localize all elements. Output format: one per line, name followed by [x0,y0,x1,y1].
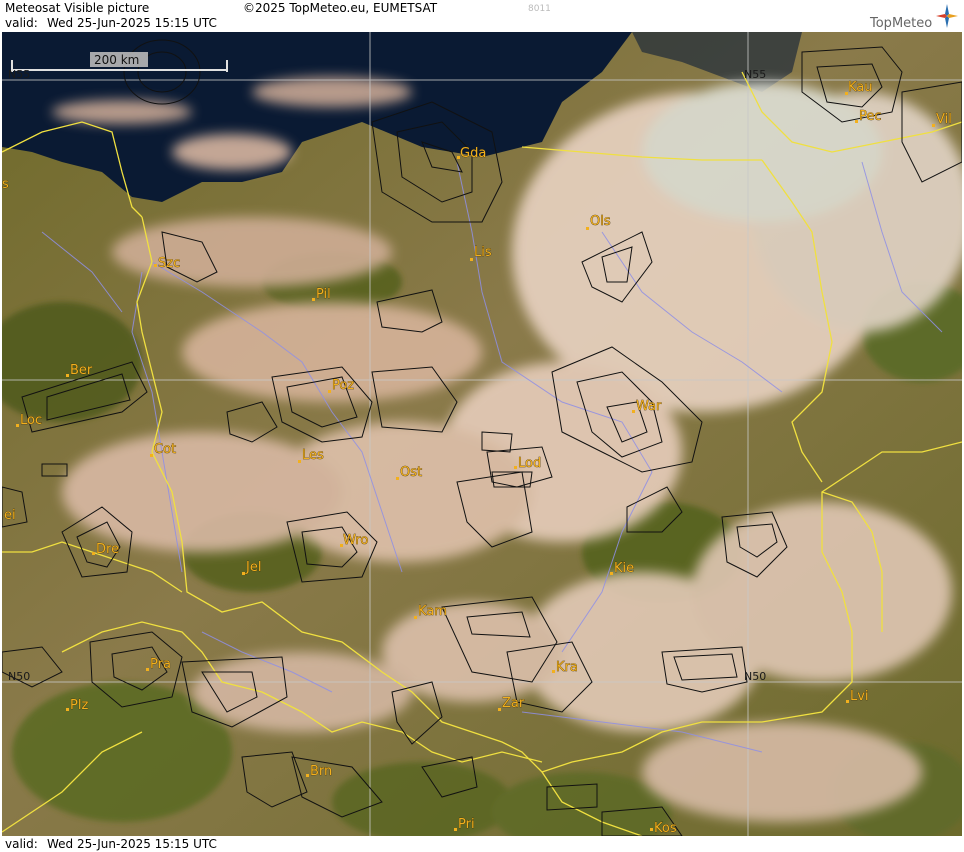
copyright-text: ©2025 TopMeteo.eu, EUMETSAT [243,1,438,15]
city-label-lvi[interactable]: Lvi [850,689,869,705]
frame-code: 8011 [528,4,551,14]
city-label-lis[interactable]: Lis [474,245,492,261]
scale-bar-label: 200 km [94,53,139,67]
city-label-vil[interactable]: Vil [936,112,952,128]
city-label-loc[interactable]: Loc [20,413,43,429]
footer-bar: valid: Wed 25-Jun-2025 15:15 UTC [0,836,964,852]
city-label-kau[interactable]: Kau [848,80,873,96]
city-label-pra[interactable]: Pra [150,657,172,673]
city-label-wro[interactable]: Wro [343,533,369,549]
city-label-plz[interactable]: Plz [70,698,89,714]
satellite-map[interactable]: 200 km N55 N55 N50 N50 Gda Ols Lis Szc P… [2,32,962,836]
city-label-pri[interactable]: Pri [458,817,475,833]
city-label-kos[interactable]: Kos [654,821,677,836]
city-label-lod[interactable]: Lod [518,456,542,472]
city-label-war[interactable]: War [636,399,663,415]
city-label-poz[interactable]: Poz [332,378,355,394]
lat-label-n50-left: N50 [8,670,30,683]
header-bar: Meteosat Visible picture ©2025 TopMeteo.… [0,0,964,32]
valid-label: valid: [5,16,38,30]
satellite-map-svg: 200 km N55 N55 N50 N50 Gda Ols Lis Szc P… [2,32,962,836]
city-label-kie[interactable]: Kie [614,561,635,577]
city-label-les[interactable]: Les [302,448,325,464]
city-label-szc[interactable]: Szc [158,256,181,272]
city-label-ols[interactable]: Ols [590,214,611,230]
city-label-brn[interactable]: Brn [310,764,333,780]
compass-logo-icon [936,4,958,28]
logo-text[interactable]: TopMeteo [870,16,932,31]
city-label-ost[interactable]: Ost [400,465,423,481]
footer-valid-datetime: Wed 25-Jun-2025 15:15 UTC [47,837,217,851]
city-label-zar[interactable]: Zar [502,696,525,712]
lat-label-n55-left: N55 [8,68,30,81]
city-label-pil[interactable]: Pil [316,287,331,303]
city-label-kra[interactable]: Kra [556,660,578,676]
lat-label-n55-right: N55 [744,68,766,81]
city-label-dre[interactable]: Dre [96,542,120,558]
city-label-ber[interactable]: Ber [70,363,94,379]
city-label-lei-partial[interactable]: ei [4,508,16,524]
city-label-pec[interactable]: Pec [859,109,882,125]
city-label-kam[interactable]: Kam [418,604,448,620]
lat-label-n50-right: N50 [744,670,766,683]
city-label-gda[interactable]: Gda [460,146,487,162]
product-title: Meteosat Visible picture [5,1,150,15]
city-label-cot[interactable]: Cot [154,442,177,458]
city-label-jel[interactable]: Jel [245,560,262,576]
valid-datetime: Wed 25-Jun-2025 15:15 UTC [47,16,217,30]
city-label-partial-left[interactable]: s [2,177,9,193]
footer-valid-label: valid: [5,837,38,851]
